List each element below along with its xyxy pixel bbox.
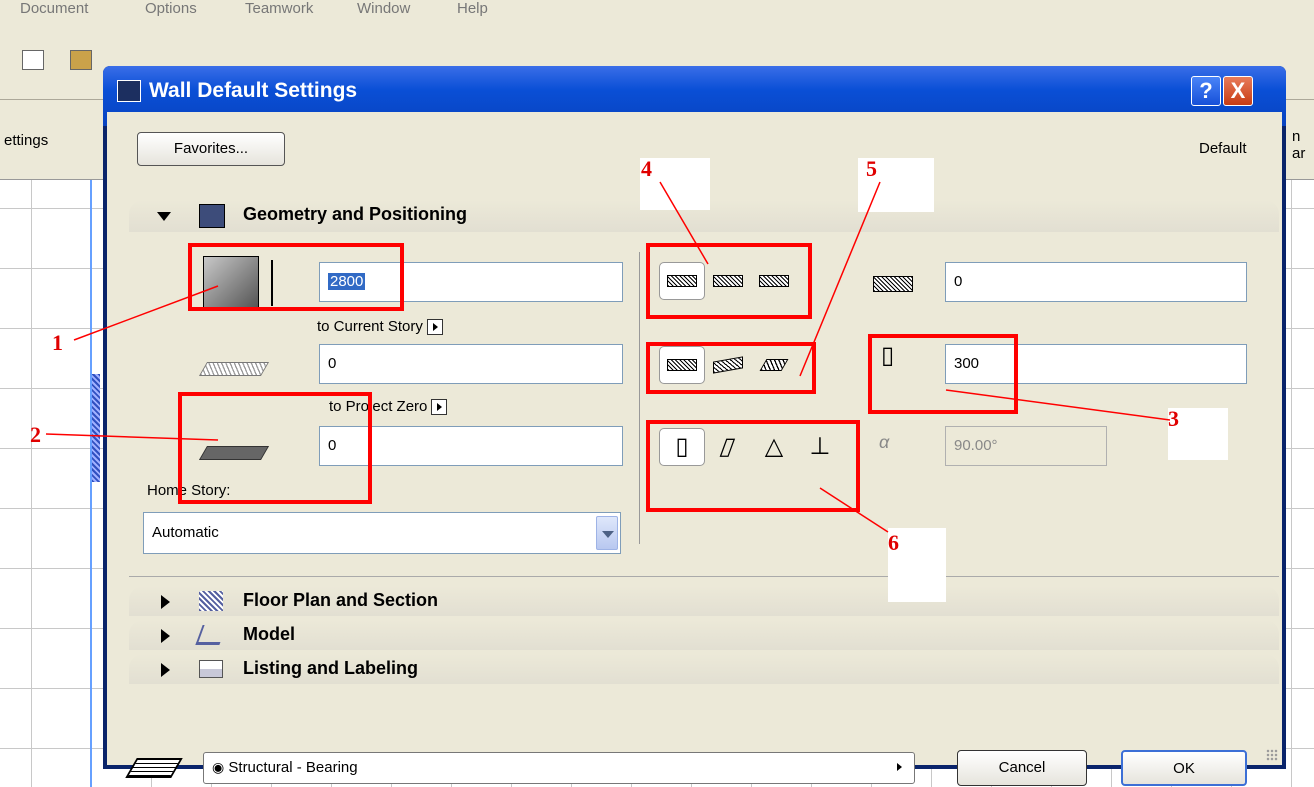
callout-5: 5 <box>866 156 877 181</box>
callout-lines <box>45 181 1171 533</box>
callout-4: 4 <box>641 156 652 181</box>
callout-1: 1 <box>52 330 63 355</box>
callout-6: 6 <box>888 530 899 555</box>
callout-2: 2 <box>30 422 41 447</box>
callout-3: 3 <box>1168 406 1179 431</box>
